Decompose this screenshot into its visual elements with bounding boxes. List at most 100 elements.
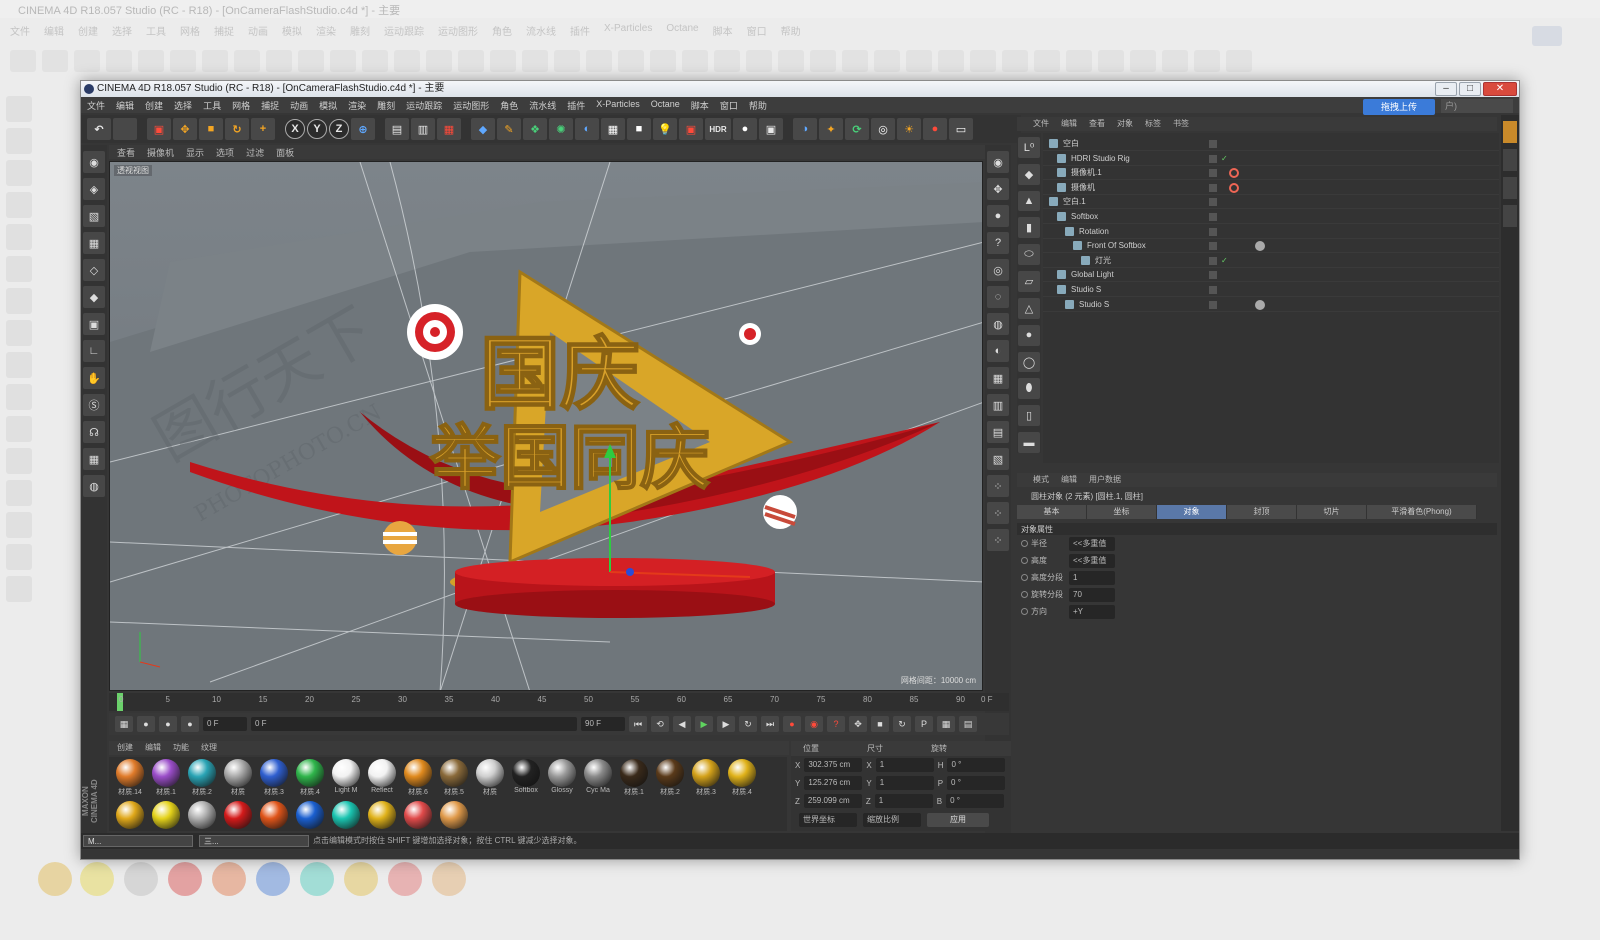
- visibility-toggle[interactable]: [1209, 140, 1217, 148]
- hdr-icon[interactable]: HDR: [705, 118, 731, 140]
- plugin-icon[interactable]: ▤: [987, 421, 1009, 443]
- null-object-icon[interactable]: L⁰: [1018, 137, 1040, 158]
- material-swatch[interactable]: 材质.2: [653, 759, 687, 797]
- rotation-field[interactable]: 0 °: [946, 794, 1005, 808]
- rotation-field[interactable]: 0 °: [947, 758, 1006, 772]
- motion-icon-1[interactable]: ●: [137, 716, 155, 732]
- attribute-value-field[interactable]: 1: [1069, 571, 1115, 585]
- texture-mode-icon[interactable]: ▧: [83, 205, 105, 227]
- object-row[interactable]: Studio S: [1043, 283, 1499, 297]
- tab-2[interactable]: 对象: [1157, 505, 1227, 519]
- menu-item-14[interactable]: 流水线: [529, 99, 556, 111]
- scale-key-icon[interactable]: ■: [871, 716, 889, 732]
- object-row[interactable]: Rotation: [1043, 225, 1499, 239]
- snap-icon[interactable]: Ⓢ: [83, 394, 105, 416]
- timeline-ruler[interactable]: 0 5 10 15 20 25 30 35 40 45 50 55 60 65 70 75 80 85 90: [109, 693, 1009, 711]
- goto-end-icon[interactable]: ⏭: [761, 716, 779, 732]
- cloner-icon[interactable]: ✺: [549, 118, 573, 140]
- material-icon[interactable]: ●: [987, 205, 1009, 227]
- attribute-value-field[interactable]: +Y: [1069, 605, 1115, 619]
- object-menu-item-3[interactable]: 对象: [1117, 118, 1133, 130]
- material-swatch[interactable]: Glossy: [545, 759, 579, 794]
- object-menu-item-4[interactable]: 标签: [1145, 118, 1161, 130]
- material-swatch[interactable]: 材质.14: [113, 759, 147, 797]
- background-menu-item-0[interactable]: 文件: [10, 23, 30, 38]
- material-swatch[interactable]: 材质: [221, 759, 255, 797]
- menu-item-12[interactable]: 运动图形: [453, 99, 489, 111]
- object-menu-item-2[interactable]: 查看: [1089, 118, 1105, 130]
- material-swatch[interactable]: [185, 801, 219, 829]
- visibility-toggle[interactable]: [1209, 256, 1217, 265]
- dots3-icon[interactable]: ⁘: [987, 529, 1009, 551]
- material-swatch[interactable]: 材质.1: [617, 759, 651, 797]
- position-field[interactable]: 302.375 cm: [804, 758, 863, 772]
- add-icon[interactable]: +: [251, 118, 275, 140]
- background-menu-item-2[interactable]: 创建: [78, 23, 98, 38]
- visibility-toggle[interactable]: [1209, 198, 1217, 207]
- animate-toggle-icon[interactable]: [1021, 574, 1028, 581]
- select-icon[interactable]: ◎: [987, 259, 1009, 281]
- motion-icon-2[interactable]: ●: [159, 716, 177, 732]
- render-view-icon[interactable]: ▤: [385, 118, 409, 140]
- octane-live-icon[interactable]: ◑: [793, 118, 817, 140]
- visibility-toggle[interactable]: [1209, 300, 1217, 309]
- axis-y-toggle[interactable]: Y: [307, 119, 327, 139]
- enabled-check-icon[interactable]: ✓: [1221, 152, 1228, 166]
- apply-button[interactable]: 应用: [927, 813, 989, 827]
- picture-viewer-icon[interactable]: ▣: [759, 118, 783, 140]
- octane-refresh-icon[interactable]: ⟳: [845, 118, 869, 140]
- menu-item-13[interactable]: 角色: [500, 99, 518, 111]
- octane-target-icon[interactable]: ◎: [871, 118, 895, 140]
- brush-icon[interactable]: ◍: [987, 313, 1009, 335]
- lasso-icon[interactable]: ◌: [987, 286, 1009, 308]
- octane-sun-icon[interactable]: ☀: [897, 118, 921, 140]
- material-menu-item-0[interactable]: 创建: [117, 742, 133, 754]
- side-tab-structure[interactable]: [1503, 177, 1517, 199]
- material-swatch[interactable]: 材质.3: [689, 759, 723, 797]
- menu-item-20[interactable]: 帮助: [749, 99, 767, 111]
- menu-item-11[interactable]: 运动跟踪: [406, 99, 442, 111]
- material-swatch[interactable]: [401, 801, 435, 829]
- material-swatch[interactable]: 材质.6: [401, 759, 435, 797]
- background-menu-item-10[interactable]: 雕刻: [350, 23, 370, 38]
- menu-item-4[interactable]: 工具: [203, 99, 221, 111]
- material-swatch[interactable]: [293, 801, 327, 829]
- menu-item-19[interactable]: 窗口: [720, 99, 738, 111]
- coordinate-mode-select[interactable]: 世界坐标: [799, 813, 857, 827]
- size-field[interactable]: 1: [874, 794, 933, 808]
- cube-primitive-icon[interactable]: ◆: [1018, 163, 1040, 185]
- align-icon[interactable]: ▧: [987, 448, 1009, 470]
- side-tab-content[interactable]: [1503, 149, 1517, 171]
- menu-item-6[interactable]: 捕捉: [261, 99, 279, 111]
- material-swatch[interactable]: 材质.4: [293, 759, 327, 797]
- cylinder-primitive-icon[interactable]: ▮: [1018, 217, 1040, 239]
- background-menu-item-17[interactable]: Octane: [666, 23, 698, 35]
- background-menu-item-12[interactable]: 运动图形: [438, 23, 478, 38]
- material-swatch[interactable]: Softbox: [509, 759, 543, 794]
- background-menu-item-14[interactable]: 流水线: [526, 23, 556, 38]
- axis-z-toggle[interactable]: Z: [329, 119, 349, 139]
- attribute-value-field[interactable]: 70: [1069, 588, 1115, 602]
- redo-icon[interactable]: [113, 118, 137, 140]
- side-tab-objects[interactable]: [1503, 121, 1517, 143]
- floor-icon[interactable]: ▦: [601, 118, 625, 140]
- background-menu-item-15[interactable]: 插件: [570, 23, 590, 38]
- object-row[interactable]: 摄像机.1: [1043, 166, 1499, 181]
- material-swatch[interactable]: Light M: [329, 759, 363, 794]
- plane-primitive-icon[interactable]: ▱: [1018, 271, 1040, 292]
- move-key-icon[interactable]: ✥: [849, 716, 867, 732]
- minimized-panel-2[interactable]: 三...: [199, 835, 309, 847]
- background-menu-item-20[interactable]: 帮助: [781, 23, 801, 38]
- attribute-value-field[interactable]: <<多重值>>: [1069, 537, 1115, 562]
- position-field[interactable]: 125.276 cm: [804, 776, 863, 790]
- background-menu-item-4[interactable]: 工具: [146, 23, 166, 38]
- visibility-toggle[interactable]: [1209, 286, 1217, 294]
- animate-toggle-icon[interactable]: [1021, 591, 1028, 598]
- object-row[interactable]: 摄像机: [1043, 181, 1499, 195]
- material-swatch[interactable]: 材质.5: [437, 759, 471, 797]
- dots-icon[interactable]: ⁘: [987, 475, 1009, 497]
- timeline-settings-icon[interactable]: ▦: [115, 716, 133, 732]
- material-menu-item-3[interactable]: 纹理: [201, 742, 217, 754]
- enabled-check-icon[interactable]: ✓: [1221, 254, 1228, 268]
- object-row[interactable]: Front Of Softbox: [1043, 239, 1499, 254]
